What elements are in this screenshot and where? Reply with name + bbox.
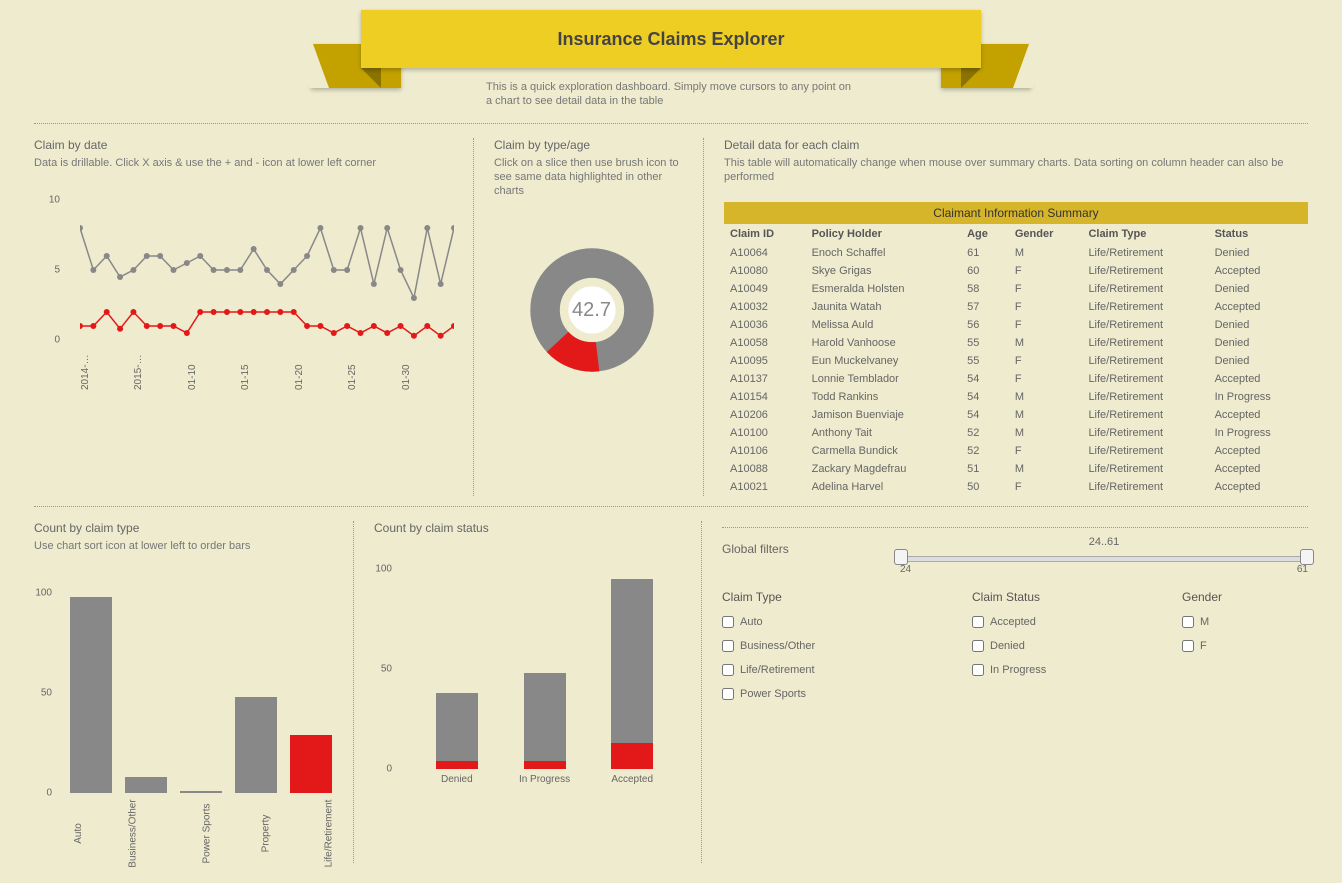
table-title: Claimant Information Summary (724, 202, 1308, 224)
checkbox-claim-type[interactable]: Business/Other (722, 640, 962, 652)
panel-title: Count by claim type (34, 521, 339, 535)
filter-claim-type: Claim Type Auto Business/Other Life/Retire… (722, 590, 962, 712)
table-row[interactable]: A10154Todd Rankins54MLife/RetirementIn P… (724, 388, 1308, 406)
checkbox-input[interactable] (1182, 640, 1194, 652)
table-row[interactable]: A10100Anthony Tait52MLife/RetirementIn P… (724, 424, 1308, 442)
checkbox-input[interactable] (972, 616, 984, 628)
panel-hint: Data is drillable. Click X axis & use th… (34, 156, 459, 170)
checkbox-input[interactable] (722, 664, 734, 676)
checkbox-claim-type[interactable]: Life/Retirement (722, 664, 962, 676)
checkbox-label: Denied (990, 640, 1025, 652)
panel-hint: Use chart sort icon at lower left to ord… (34, 539, 339, 553)
donut-center-value: 42.7 (530, 248, 654, 372)
panel-title: Count by claim status (374, 521, 687, 535)
checkbox-claim-status[interactable]: Denied (972, 640, 1172, 652)
table-row[interactable]: A10088Zackary Magdefrau51MLife/Retiremen… (724, 460, 1308, 478)
checkbox-input[interactable] (972, 640, 984, 652)
table-row[interactable]: A10106Carmella Bundick52FLife/Retirement… (724, 442, 1308, 460)
filter-title: Claim Status (972, 590, 1172, 604)
checkbox-label: Auto (740, 616, 763, 628)
slider-max-value: 61 (1297, 564, 1308, 575)
panel-title: Claim by date (34, 138, 459, 152)
table-row[interactable]: A10058Harold Vanhoose55MLife/RetirementD… (724, 334, 1308, 352)
checkbox-label: F (1200, 640, 1207, 652)
panel-claim-by-date: Claim by date Data is drillable. Click X… (34, 138, 474, 497)
checkbox-input[interactable] (972, 664, 984, 676)
table-row[interactable]: A10032Jaunita Watah57FLife/RetirementAcc… (724, 298, 1308, 316)
column-header[interactable]: Gender (1009, 224, 1083, 244)
panel-filters: Global filters 24..61 24 61 Claim Type A… (722, 521, 1308, 863)
page-title: Insurance Claims Explorer (557, 29, 784, 50)
table-row[interactable]: A10064Enoch Schaffel61MLife/RetirementDe… (724, 244, 1308, 262)
panel-claim-by-type-age: Claim by type/age Click on a slice then … (494, 138, 704, 497)
checkbox-label: M (1200, 616, 1209, 628)
table-row[interactable]: A10080Skye Grigas60FLife/RetirementAccep… (724, 262, 1308, 280)
panel-detail: Detail data for each claim This table wi… (724, 138, 1308, 497)
filters-label: Global filters (722, 542, 882, 556)
claimant-table[interactable]: Claim IDPolicy HolderAgeGenderClaim Type… (724, 224, 1308, 496)
slider-thumb-min[interactable] (894, 549, 908, 565)
age-range-slider[interactable]: 24..61 24 61 (900, 546, 1308, 552)
checkbox-claim-status[interactable]: Accepted (972, 616, 1172, 628)
checkbox-input[interactable] (722, 640, 734, 652)
checkbox-label: In Progress (990, 664, 1046, 676)
panel-count-by-type: Count by claim type Use chart sort icon … (34, 521, 354, 863)
checkbox-claim-type[interactable]: Auto (722, 616, 962, 628)
table-row[interactable]: A10036Melissa Auld56FLife/RetirementDeni… (724, 316, 1308, 334)
panel-title: Detail data for each claim (724, 138, 1308, 152)
table-row[interactable]: A10095Eun Muckelvaney55FLife/RetirementD… (724, 352, 1308, 370)
checkbox-label: Business/Other (740, 640, 815, 652)
checkbox-input[interactable] (722, 688, 734, 700)
panel-count-by-status: Count by claim status 050100 DeniedIn Pr… (374, 521, 702, 863)
checkbox-label: Life/Retirement (740, 664, 815, 676)
filter-gender: Gender MF (1182, 590, 1302, 712)
checkbox-label: Power Sports (740, 688, 806, 700)
panel-hint: Click on a slice then use brush icon to … (494, 156, 689, 199)
slider-min-value: 24 (900, 564, 911, 575)
column-header[interactable]: Claim Type (1082, 224, 1208, 244)
slider-range-label: 24..61 (1089, 536, 1120, 548)
checkbox-claim-status[interactable]: In Progress (972, 664, 1172, 676)
table-row[interactable]: A10137Lonnie Temblador54FLife/Retirement… (724, 370, 1308, 388)
filter-title: Claim Type (722, 590, 962, 604)
line-chart[interactable]: 0510 2014-…2015-…01-1001-1501-2001-2501-… (34, 200, 459, 420)
checkbox-claim-type[interactable]: Power Sports (722, 688, 962, 700)
checkbox-label: Accepted (990, 616, 1036, 628)
bar-chart-type[interactable]: 050100 AutoBusiness/OtherPower SportsPro… (34, 563, 339, 863)
panel-title: Claim by type/age (494, 138, 689, 152)
column-header[interactable]: Status (1209, 224, 1308, 244)
column-header[interactable]: Claim ID (724, 224, 806, 244)
table-row[interactable]: A10206Jamison Buenviaje54MLife/Retiremen… (724, 406, 1308, 424)
table-row[interactable]: A10021Adelina Harvel50FLife/RetirementAc… (724, 478, 1308, 496)
checkbox-gender[interactable]: M (1182, 616, 1302, 628)
donut-chart[interactable]: 42.7 (530, 248, 654, 372)
checkbox-input[interactable] (722, 616, 734, 628)
filter-claim-status: Claim Status Accepted Denied In Progress (972, 590, 1172, 712)
bar-chart-status[interactable]: 050100 DeniedIn ProgressAccepted (374, 539, 687, 839)
panel-hint: This table will automatically change whe… (724, 156, 1308, 185)
title-banner: Insurance Claims Explorer (311, 10, 1031, 68)
checkbox-gender[interactable]: F (1182, 640, 1302, 652)
table-row[interactable]: A10049Esmeralda Holsten58FLife/Retiremen… (724, 280, 1308, 298)
filter-title: Gender (1182, 590, 1302, 604)
slider-thumb-max[interactable] (1300, 549, 1314, 565)
column-header[interactable]: Age (961, 224, 1009, 244)
checkbox-input[interactable] (1182, 616, 1194, 628)
column-header[interactable]: Policy Holder (806, 224, 962, 244)
